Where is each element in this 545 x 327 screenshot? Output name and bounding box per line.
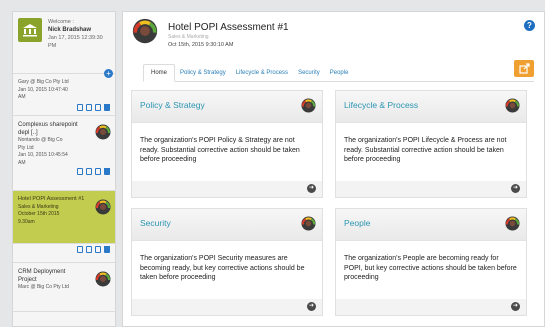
readiness-gauge-icon (301, 98, 316, 118)
help-icon[interactable]: ? (524, 20, 535, 31)
section-title: Security (140, 218, 171, 228)
readiness-gauge-icon (505, 98, 520, 118)
login-datetime: Jan 17, 2015 12:39:30 (48, 35, 103, 41)
tab-people[interactable]: People (325, 70, 354, 81)
share-icon[interactable] (95, 246, 101, 253)
export-icon (518, 63, 530, 74)
share-icon[interactable] (95, 103, 101, 111)
section-card-policy-strategy: Policy & Strategy The organization's POP… (131, 90, 323, 198)
section-text: The organization's People are becoming r… (336, 241, 526, 299)
section-text: The organization's POPI Lifecycle & Proc… (336, 123, 526, 181)
share-icon[interactable] (95, 168, 101, 175)
readiness-gauge-icon (95, 124, 111, 145)
card-owner-company: Pty Ltd (18, 144, 34, 151)
export-button[interactable] (514, 60, 534, 77)
card-owner: Gary @ Big Co Pty Ltd (18, 79, 69, 85)
edit-icon[interactable] (86, 103, 92, 111)
page-title: Hotel POPI Assessment #1 (168, 22, 289, 33)
open-section-arrow-icon[interactable]: ➜ (307, 302, 316, 311)
main-panel: Hotel POPI Assessment #1 Sales & Marketi… (122, 11, 545, 327)
card-title: Complexus sharepoint depl [..] (18, 122, 78, 136)
edit-icon[interactable] (86, 168, 92, 175)
assessment-card[interactable]: Gary @ Big Co Pty Ltd Jan 10, 2015 10:47… (13, 74, 115, 116)
assessment-card[interactable]: Complexus sharepoint depl [..] Nontando … (13, 116, 115, 191)
section-title: Lifecycle & Process (344, 100, 419, 110)
readiness-gauge-icon (95, 271, 111, 292)
delete-icon[interactable] (104, 246, 110, 253)
delete-icon[interactable] (104, 103, 110, 111)
section-text: The organization's POPI Policy & Strateg… (132, 123, 322, 181)
card-actions-row (13, 244, 115, 262)
view-icon[interactable] (77, 246, 83, 253)
readiness-gauge-icon (95, 199, 111, 220)
open-section-arrow-icon[interactable]: ➜ (511, 302, 520, 311)
readiness-gauge-icon (505, 216, 520, 236)
user-name: Nick Bradshaw (48, 27, 92, 33)
tab-bar: Home Policy & Strategy Lifecycle & Proce… (143, 64, 534, 82)
delete-icon[interactable] (104, 168, 110, 175)
sidebar: Welcome : Nick Bradshaw Jan 17, 2015 12:… (12, 11, 116, 327)
readiness-gauge-icon (132, 18, 158, 49)
tab-policy-strategy[interactable]: Policy & Strategy (175, 70, 231, 81)
section-title: People (344, 218, 371, 228)
welcome-panel: Welcome : Nick Bradshaw Jan 17, 2015 12:… (13, 12, 115, 78)
tab-lifecycle-process[interactable]: Lifecycle & Process (231, 70, 293, 81)
tab-security[interactable]: Security (293, 70, 325, 81)
assessment-card-selected[interactable]: Hotel POPI Assessment #1 Sales & Marketi… (13, 191, 115, 244)
view-icon[interactable] (77, 168, 83, 175)
building-logo-icon (18, 18, 42, 42)
card-time-suffix: AM (18, 159, 26, 166)
page-date: Oct 15th, 2015 9:30:10 AM (168, 42, 234, 48)
view-icon[interactable] (77, 103, 83, 111)
open-section-arrow-icon[interactable]: ➜ (307, 184, 316, 193)
add-assessment-button[interactable]: + (104, 69, 113, 78)
card-time-suffix: AM (18, 94, 26, 100)
card-title: Hotel POPI Assessment #1 (18, 196, 85, 202)
section-card-security: Security The organization's POPI Securit… (131, 208, 323, 316)
edit-icon[interactable] (86, 246, 92, 253)
card-title: CRM Deployment Project (18, 269, 66, 283)
section-text: The organization's POPI Security measure… (132, 241, 322, 299)
section-title: Policy & Strategy (140, 100, 205, 110)
login-ampm: PM (48, 43, 57, 49)
welcome-greeting: Welcome : (48, 19, 74, 25)
page-subtitle: Sales & Marketing (168, 34, 209, 40)
card-date: Jan 10, 2015 10:45:54 (18, 152, 68, 158)
assessment-card[interactable]: CRM Deployment Project Marc @ Big Co Pty… (13, 262, 115, 312)
assessment-header: Hotel POPI Assessment #1 Sales & Marketi… (123, 12, 544, 57)
section-card-lifecycle-process: Lifecycle & Process The organization's P… (335, 90, 527, 198)
tab-home[interactable]: Home (143, 64, 176, 82)
card-date: Jan 10, 2015 10:47:40 (18, 86, 68, 93)
readiness-gauge-icon (301, 216, 316, 236)
open-section-arrow-icon[interactable]: ➜ (511, 184, 520, 193)
section-card-people: People The organization's People are bec… (335, 208, 527, 316)
